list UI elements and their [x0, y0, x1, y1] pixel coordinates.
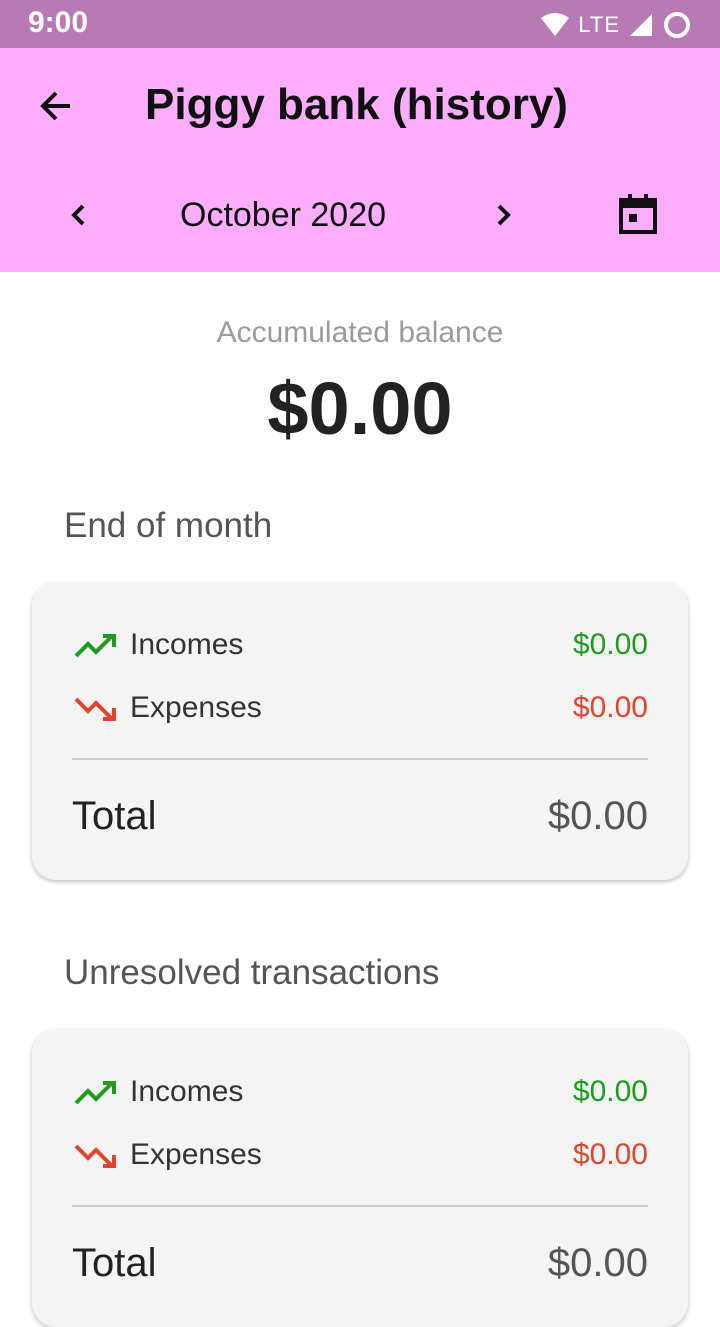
section-title-end-of-month: End of month [64, 506, 273, 545]
incomes-value: $0.00 [572, 628, 648, 661]
incomes-label: Incomes [130, 1075, 244, 1108]
total-value: $0.00 [547, 794, 648, 838]
expenses-label: Expenses [130, 1138, 262, 1171]
expenses-row: Expenses $0.00 [74, 1136, 648, 1176]
chevron-right-icon[interactable] [488, 200, 518, 230]
incomes-value: $0.00 [572, 1075, 648, 1108]
network-type: LTE [578, 12, 620, 37]
divider [72, 1205, 648, 1207]
status-bar: 9:00 LTE [0, 0, 720, 48]
unresolved-transactions-card: Incomes $0.00 Expenses $0.00 Total $0.00 [32, 1029, 688, 1327]
total-value: $0.00 [547, 1241, 648, 1285]
total-label: Total [72, 1241, 157, 1285]
wifi-icon [541, 13, 570, 36]
section-title-unresolved-transactions: Unresolved transactions [64, 953, 440, 992]
end-of-month-card: Incomes $0.00 Expenses $0.00 Total $0.00 [32, 582, 688, 880]
divider [72, 758, 648, 760]
total-label: Total [72, 794, 157, 838]
trending-down-icon [74, 1144, 116, 1168]
incomes-label: Incomes [130, 628, 244, 661]
expenses-label: Expenses [130, 691, 262, 724]
month-label: October 2020 [180, 196, 387, 234]
accumulated-balance-label: Accumulated balance [216, 316, 504, 349]
chevron-left-icon[interactable] [64, 200, 94, 230]
expenses-value: $0.00 [572, 1138, 648, 1171]
trending-up-icon [74, 1081, 116, 1105]
signal-icon [630, 14, 652, 36]
expenses-value: $0.00 [572, 691, 648, 724]
status-icons: LTE [540, 10, 692, 40]
arrow-back-icon[interactable] [36, 86, 76, 126]
page-title: Piggy bank (history) [145, 80, 568, 129]
trending-up-icon [74, 634, 116, 658]
trending-down-icon [74, 697, 116, 721]
status-time: 9:00 [28, 6, 89, 39]
incomes-row: Incomes $0.00 [74, 626, 648, 666]
incomes-row: Incomes $0.00 [74, 1073, 648, 1113]
accumulated-balance-value: $0.00 [267, 367, 453, 450]
app-bar: Piggy bank (history) October 2020 [0, 48, 720, 272]
battery-icon [664, 12, 690, 38]
expenses-row: Expenses $0.00 [74, 689, 648, 729]
calendar-icon[interactable] [616, 192, 660, 236]
